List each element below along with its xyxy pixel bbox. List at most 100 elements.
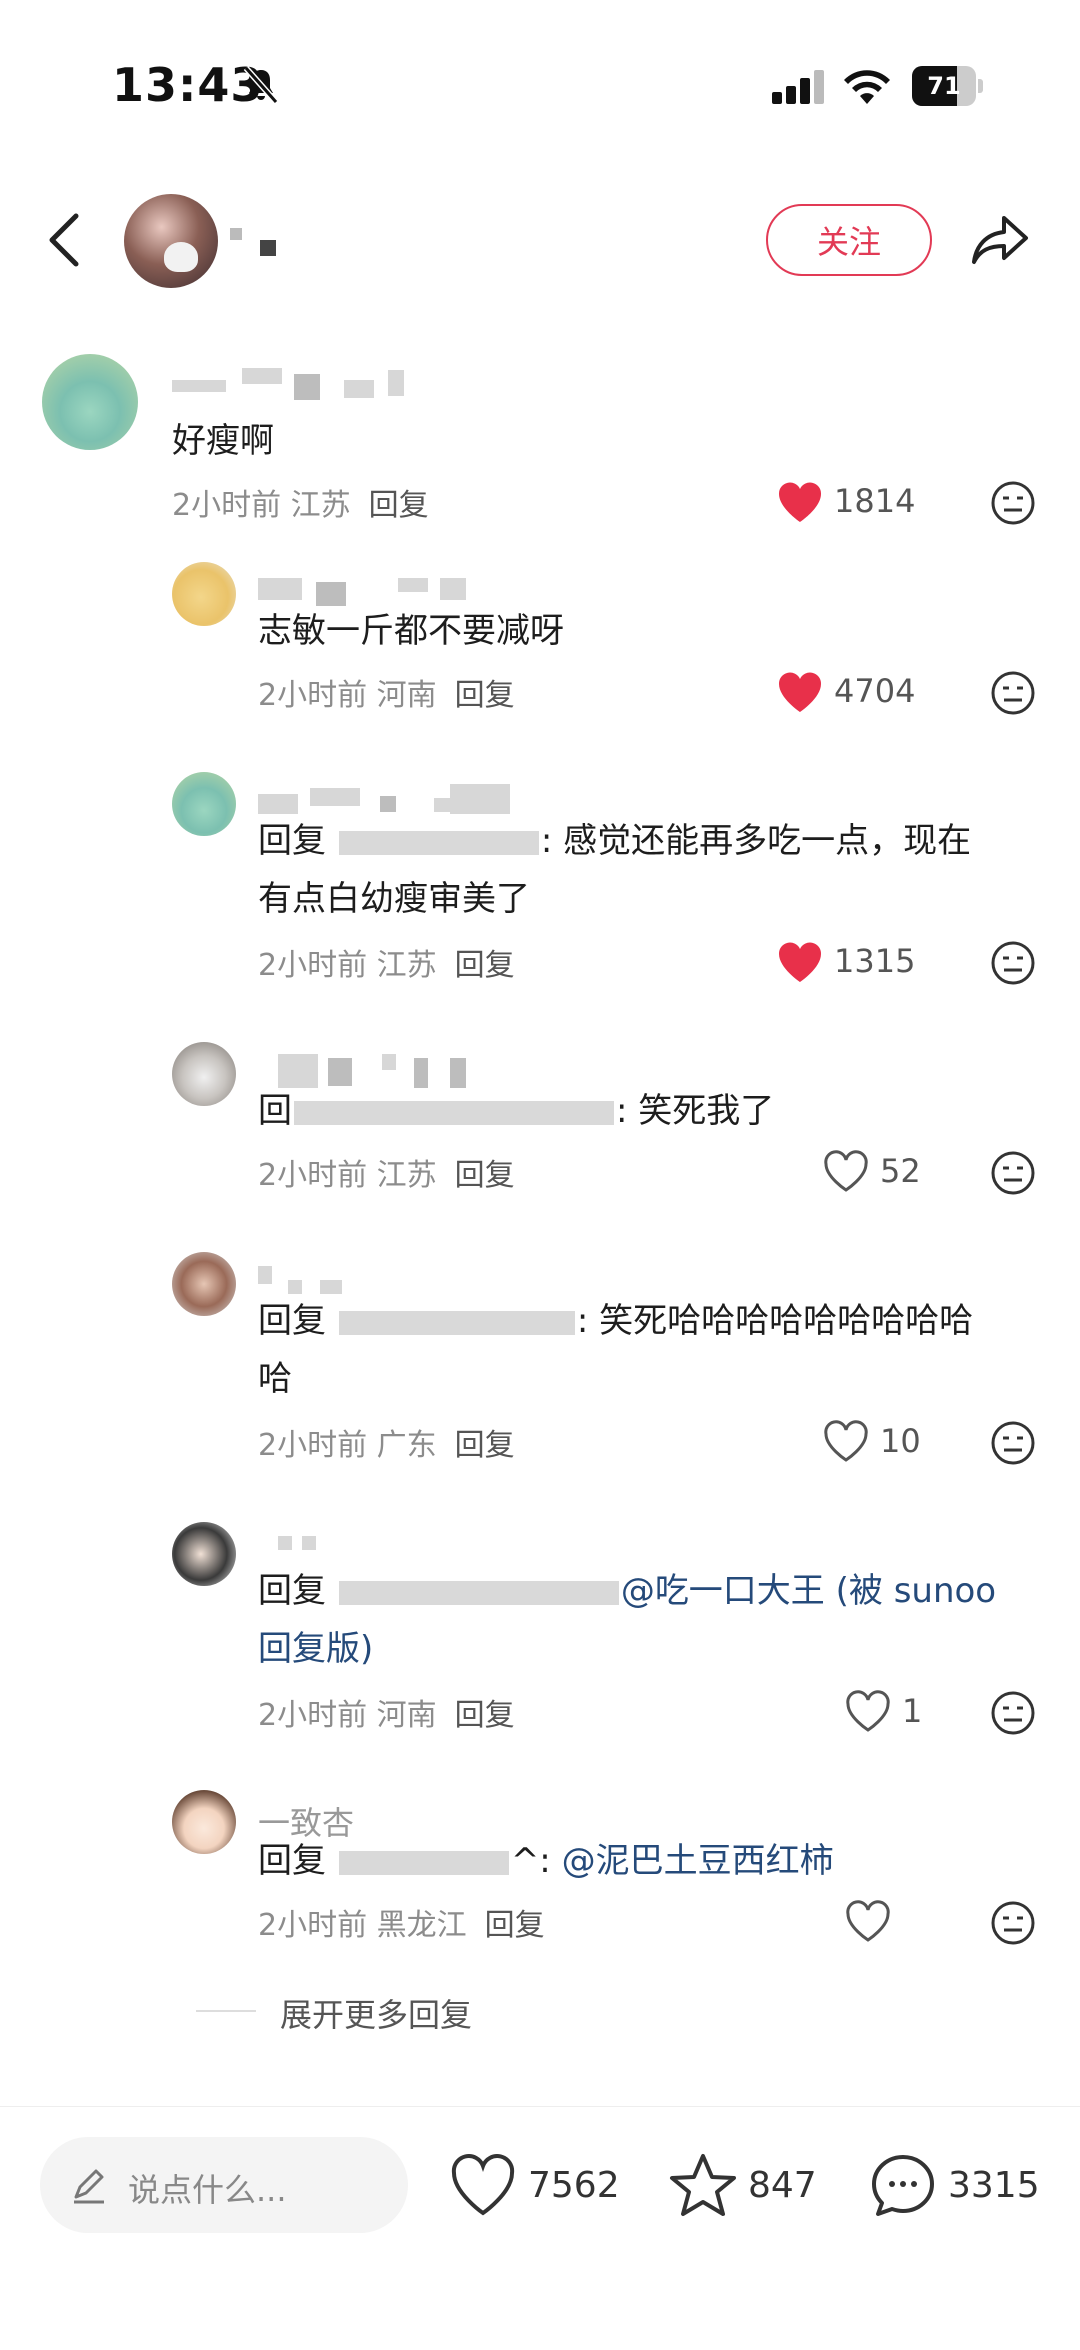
reply-button[interactable]: 回复 bbox=[455, 1698, 515, 1733]
like-count: 1315 bbox=[834, 942, 916, 980]
back-arrow-icon[interactable] bbox=[44, 210, 84, 270]
bottom-action-bar: 说点什么... 7562 847 3315 bbox=[0, 2106, 1080, 2350]
like-button[interactable]: 1814 bbox=[776, 478, 946, 528]
like-count: 4704 bbox=[834, 672, 916, 710]
comment-text: 志敏一斤都不要减呀 bbox=[258, 611, 564, 651]
comment-text: 回复 ^: @泥巴土豆西红柿 bbox=[258, 1841, 834, 1881]
comment-text: 回复 @吃一口大王 (被 sunoo bbox=[258, 1571, 997, 1611]
status-bar: 13:43 71 bbox=[0, 0, 1080, 150]
mention-redacted bbox=[338, 1580, 619, 1605]
like-button[interactable] bbox=[844, 1898, 904, 1948]
reply-item: 回复 : 感觉还能再多吃一点，现在 有点白幼瘦审美了 2小时前 江苏 回复 131… bbox=[0, 770, 1080, 1020]
reply-item: 回: 笑死我了 2小时前 江苏 回复 52 bbox=[0, 1040, 1080, 1230]
heart-outline-icon bbox=[846, 1690, 890, 1732]
divider bbox=[196, 2010, 256, 2012]
battery-level: 71 bbox=[927, 72, 961, 100]
like-count: 1814 bbox=[834, 482, 916, 520]
dislike-face-icon[interactable] bbox=[990, 1690, 1036, 1736]
reply-button[interactable]: 回复 bbox=[485, 1908, 545, 1943]
avatar[interactable] bbox=[172, 562, 236, 626]
reply-button[interactable]: 回复 bbox=[369, 488, 429, 523]
dislike-face-icon[interactable] bbox=[990, 480, 1036, 526]
comment-meta: 2小时前 河南 回复 bbox=[258, 1698, 515, 1733]
dislike-face-icon[interactable] bbox=[990, 670, 1036, 716]
wifi-icon bbox=[844, 70, 890, 104]
comments-button[interactable]: 3315 bbox=[868, 2151, 1048, 2221]
comment-text: 回: 笑死我了 bbox=[258, 1091, 775, 1131]
heart-outline-icon bbox=[846, 1900, 890, 1942]
cellular-signal-icon bbox=[772, 70, 824, 104]
comment-item: 好瘦啊 2小时前 江苏 回复 1814 bbox=[0, 350, 1080, 540]
avatar[interactable] bbox=[172, 1790, 236, 1854]
comment-count: 3315 bbox=[948, 2165, 1040, 2206]
comment-input[interactable]: 说点什么... bbox=[40, 2137, 408, 2233]
reply-button[interactable]: 回复 bbox=[455, 1428, 515, 1463]
reply-button[interactable]: 回复 bbox=[455, 1158, 515, 1193]
avatar[interactable] bbox=[172, 1522, 236, 1586]
expand-more-label: 展开更多回复 bbox=[280, 1996, 473, 2034]
expand-more-replies[interactable]: 展开更多回复 bbox=[196, 1990, 596, 2034]
mention-link[interactable]: @吃一口大王 (被 sunoo bbox=[621, 1571, 996, 1611]
comment-meta: 2小时前 江苏 回复 bbox=[258, 1158, 515, 1193]
dislike-face-icon[interactable] bbox=[990, 1150, 1036, 1196]
dislike-face-icon[interactable] bbox=[990, 1420, 1036, 1466]
comment-meta: 2小时前 河南 回复 bbox=[258, 678, 515, 713]
mention-link[interactable]: @泥巴土豆西红柿 bbox=[562, 1841, 834, 1881]
avatar[interactable] bbox=[172, 772, 236, 836]
comment-meta: 2小时前 广东 回复 bbox=[258, 1428, 515, 1463]
like-button[interactable]: 4704 bbox=[776, 668, 946, 718]
reply-button[interactable]: 回复 bbox=[455, 678, 515, 713]
mention-link[interactable]: 回复版) bbox=[258, 1629, 373, 1669]
chat-bubble-icon bbox=[872, 2155, 934, 2216]
heart-outline-icon bbox=[824, 1420, 868, 1462]
author-avatar[interactable] bbox=[124, 194, 218, 288]
reply-item: 一致杏 回复 ^: @泥巴土豆西红柿 2小时前 黑龙江 回复 bbox=[0, 1788, 1080, 1978]
comment-text: 好瘦啊 bbox=[172, 421, 274, 461]
heart-filled-icon bbox=[778, 482, 822, 522]
mention-redacted bbox=[338, 830, 539, 855]
heart-filled-icon bbox=[778, 942, 822, 982]
star-outline-icon bbox=[670, 2154, 736, 2216]
reply-button[interactable]: 回复 bbox=[455, 948, 515, 983]
pen-icon bbox=[74, 2169, 104, 2204]
username-redacted bbox=[258, 568, 478, 606]
like-count: 52 bbox=[880, 1152, 921, 1190]
comment-meta: 2小时前 黑龙江 回复 bbox=[258, 1908, 545, 1943]
mention-redacted bbox=[338, 1850, 509, 1875]
follow-button[interactable]: 关注 bbox=[766, 204, 932, 276]
like-count: 10 bbox=[880, 1422, 921, 1460]
like-post-button[interactable]: 7562 bbox=[448, 2151, 628, 2221]
battery-icon: 71 bbox=[912, 66, 984, 106]
input-placeholder: 说点什么... bbox=[128, 2171, 287, 2209]
dislike-face-icon[interactable] bbox=[990, 940, 1036, 986]
author-name-redacted bbox=[230, 224, 278, 260]
comment-text-line2: 哈 bbox=[258, 1359, 292, 1399]
like-button[interactable]: 1 bbox=[844, 1688, 954, 1738]
top-bar: 关注 bbox=[0, 180, 1080, 300]
username-redacted bbox=[258, 778, 528, 814]
username[interactable]: 一致杏 bbox=[258, 1798, 354, 1842]
heart-outline-icon bbox=[451, 2154, 515, 2216]
comment-text-line2: 回复版) bbox=[258, 1620, 373, 1678]
like-button[interactable]: 10 bbox=[822, 1418, 952, 1468]
favorite-button[interactable]: 847 bbox=[668, 2151, 838, 2221]
like-count: 1 bbox=[902, 1692, 923, 1730]
reply-item: 志敏一斤都不要减呀 2小时前 河南 回复 4704 bbox=[0, 560, 1080, 750]
avatar[interactable] bbox=[172, 1252, 236, 1316]
dislike-face-icon[interactable] bbox=[990, 1900, 1036, 1946]
username-redacted bbox=[172, 360, 432, 400]
comment-meta: 2小时前 江苏 回复 bbox=[172, 488, 429, 523]
comment-text: 回复 : 笑死哈哈哈哈哈哈哈哈哈 bbox=[258, 1301, 974, 1341]
like-button[interactable]: 1315 bbox=[776, 938, 946, 988]
share-icon[interactable] bbox=[968, 210, 1032, 270]
bell-muted-icon bbox=[243, 66, 279, 104]
heart-outline-icon bbox=[824, 1150, 868, 1192]
avatar[interactable] bbox=[172, 1042, 236, 1106]
reply-item: 回复 : 笑死哈哈哈哈哈哈哈哈哈 哈 2小时前 广东 回复 10 bbox=[0, 1250, 1080, 1500]
comment-meta: 2小时前 江苏 回复 bbox=[258, 948, 515, 983]
avatar[interactable] bbox=[42, 354, 138, 450]
comment-text-line2: 有点白幼瘦审美了 bbox=[258, 879, 530, 919]
heart-filled-icon bbox=[778, 672, 822, 712]
comment-text: 回复 : 感觉还能再多吃一点，现在 bbox=[258, 821, 972, 861]
like-button[interactable]: 52 bbox=[822, 1148, 952, 1198]
